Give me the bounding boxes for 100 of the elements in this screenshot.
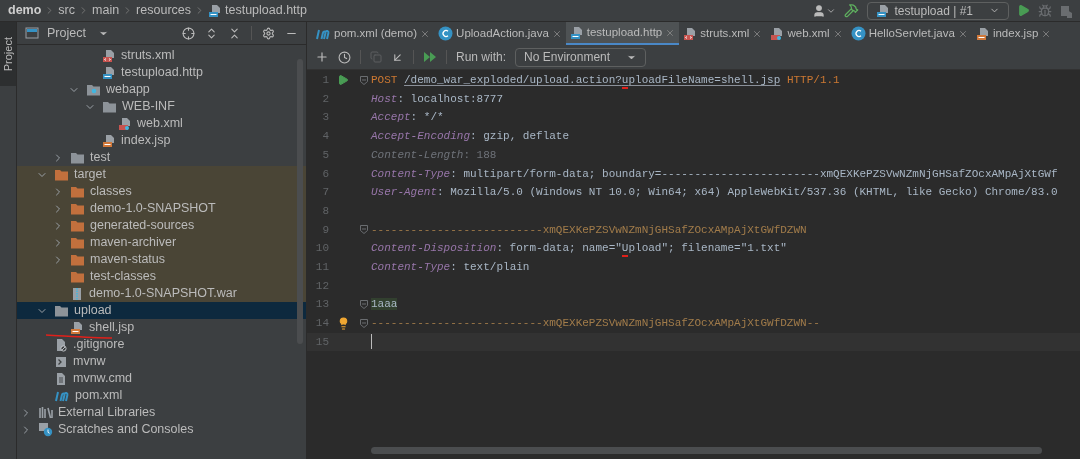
- close-icon[interactable]: [420, 28, 431, 39]
- editor-tab[interactable]: web.xml: [766, 22, 847, 45]
- code-line: Content-Type: multipart/form-data; boundary=------------------------xmQEXKePZSVwNZmNjGHSafZOcxAMpAjXtGWf: [371, 166, 1058, 182]
- jsp-file-icon: [975, 26, 990, 41]
- maven-icon: [54, 389, 70, 402]
- api-file-icon: [876, 3, 891, 18]
- terminal-file-icon: [54, 354, 68, 369]
- editor-tab[interactable]: index.jsp: [971, 22, 1056, 45]
- editor-tab[interactable]: testupload.http: [565, 22, 680, 45]
- tree-item[interactable]: pom.xml: [17, 387, 306, 404]
- breadcrumb-item[interactable]: main: [92, 1, 120, 20]
- editor-tab[interactable]: HelloServlet.java: [846, 22, 972, 45]
- run-icon[interactable]: [1017, 4, 1030, 17]
- tree-item[interactable]: target: [17, 166, 306, 183]
- tree-item[interactable]: test: [17, 149, 306, 166]
- line-number: 4: [321, 129, 329, 145]
- line-number: 13: [314, 297, 329, 313]
- folder-icon: [70, 202, 85, 215]
- folder-icon: [70, 270, 85, 283]
- folder-icon: [102, 100, 117, 113]
- breadcrumb-item[interactable]: src: [58, 1, 75, 20]
- editor-tab[interactable]: pom.xml (demo): [311, 22, 435, 45]
- close-icon[interactable]: [1041, 28, 1052, 39]
- tree-item[interactable]: Scratches and Consoles: [17, 421, 306, 438]
- run-all-icon[interactable]: [423, 51, 437, 63]
- line-number: 11: [314, 259, 329, 275]
- run-request-icon[interactable]: [337, 74, 349, 87]
- tree-item[interactable]: shell.jsp: [17, 319, 306, 336]
- tree-item[interactable]: mvnw: [17, 353, 306, 370]
- scratches-icon: [38, 422, 53, 437]
- settings-icon[interactable]: [262, 26, 275, 40]
- editor-tab[interactable]: UploadAction.java: [434, 22, 566, 45]
- run-with-label: Run with:: [456, 49, 507, 66]
- locate-icon[interactable]: [182, 26, 195, 40]
- tree-item[interactable]: .gitignore: [17, 336, 306, 353]
- fold-icon[interactable]: [360, 225, 368, 235]
- tree-item[interactable]: demo-1.0-SNAPSHOT.war: [17, 285, 306, 302]
- close-icon[interactable]: [957, 28, 968, 39]
- folder-icon: [70, 151, 85, 164]
- folder-icon: [70, 253, 85, 266]
- tree-item[interactable]: test-classes: [17, 268, 306, 285]
- folder-icon: [54, 168, 69, 181]
- class-icon: [438, 26, 454, 41]
- tree-item[interactable]: upload: [17, 302, 306, 319]
- line-number: 12: [314, 278, 329, 294]
- fold-icon[interactable]: [360, 318, 368, 328]
- folder-icon: [86, 83, 101, 96]
- collapse-all-icon[interactable]: [228, 26, 241, 40]
- environment-dropdown[interactable]: No Environment: [515, 47, 647, 67]
- breadcrumb-item[interactable]: resources: [136, 1, 191, 20]
- tree-item[interactable]: web.xml: [17, 115, 306, 132]
- build-hammer-icon[interactable]: [844, 3, 860, 18]
- tree-item[interactable]: maven-archiver: [17, 234, 306, 251]
- tree-item[interactable]: demo-1.0-SNAPSHOT: [17, 200, 306, 217]
- close-icon[interactable]: [665, 27, 676, 38]
- horizontal-scrollbar[interactable]: [371, 447, 1042, 454]
- add-icon[interactable]: [315, 50, 329, 64]
- tree-item[interactable]: WEB-INF: [17, 98, 306, 115]
- scrollbar[interactable]: [297, 59, 303, 344]
- breadcrumb-item[interactable]: demo: [8, 1, 42, 20]
- close-icon[interactable]: [752, 28, 763, 39]
- tree-item[interactable]: generated-sources: [17, 217, 306, 234]
- project-view-dropdown[interactable]: Project: [47, 23, 109, 43]
- tree-item[interactable]: webapp: [17, 81, 306, 98]
- code-line: POST /demo_war_exploded/upload.action?uploadFileName=shell.jsp HTTP/1.1: [371, 72, 840, 89]
- jsp-file-icon: [102, 133, 116, 148]
- breadcrumb-item[interactable]: testupload.http: [225, 1, 307, 20]
- fold-icon[interactable]: [360, 75, 368, 85]
- project-side-tab[interactable]: Project: [0, 22, 16, 86]
- close-icon[interactable]: [832, 28, 843, 39]
- tree-item[interactable]: testupload.http: [17, 64, 306, 81]
- code-line: Content-Disposition: form-data; name="Upload"; filename="1.txt": [371, 240, 787, 257]
- tree-item[interactable]: index.jsp: [17, 132, 306, 149]
- tree-item[interactable]: struts.xml: [17, 47, 306, 64]
- xml-file-icon: [102, 48, 116, 63]
- tree-item[interactable]: maven-status: [17, 251, 306, 268]
- folder-icon: [54, 304, 69, 317]
- expand-all-icon[interactable]: [205, 26, 218, 40]
- debug-icon[interactable]: [1038, 3, 1052, 18]
- code-line: Accept-Encoding: gzip, deflate: [371, 129, 570, 145]
- fold-icon[interactable]: [360, 300, 368, 310]
- user-menu-button[interactable]: [812, 3, 837, 18]
- xml-file-icon: [118, 116, 132, 131]
- tree-item[interactable]: mvnw.cmd: [17, 370, 306, 387]
- line-number: 14: [314, 316, 329, 332]
- tree-item[interactable]: classes: [17, 183, 306, 200]
- jsp-file-icon: [70, 320, 84, 335]
- run-config-dropdown[interactable]: testupload | #1: [867, 1, 1009, 20]
- tree-item[interactable]: External Libraries: [17, 404, 306, 421]
- code-line: Content-Length: 188: [371, 147, 497, 163]
- editor-tab[interactable]: struts.xml: [679, 22, 767, 45]
- history-icon[interactable]: [338, 50, 351, 64]
- xml-file-icon: [770, 26, 785, 41]
- code-line: User-Agent: Mozilla/5.0 (Windows NT 10.0; Win64; x64) AppleWebKit/537.36 (KHTML, like Gecko) Chrome/83.0: [371, 185, 1058, 201]
- ignore-file-icon: [54, 337, 68, 352]
- close-icon[interactable]: [551, 28, 562, 39]
- maven-icon: [315, 27, 331, 40]
- xml-file-icon: [683, 26, 698, 41]
- coverage-icon[interactable]: [1060, 3, 1072, 18]
- libraries-icon: [38, 406, 53, 419]
